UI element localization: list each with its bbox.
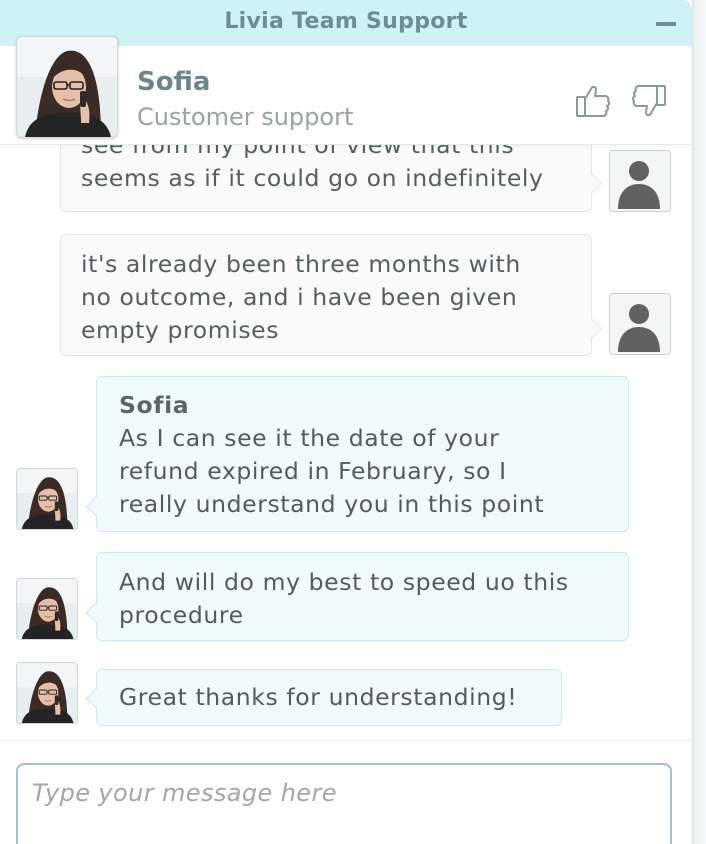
message-input[interactable] — [16, 763, 672, 844]
user-message: see from my point of view that this seem… — [60, 144, 603, 212]
user-silhouette-icon — [618, 161, 660, 209]
thumbs-down-icon — [631, 85, 666, 117]
chat-widget: Livia Team Support see from my point of … — [0, 0, 692, 844]
user-avatar — [609, 150, 671, 212]
agent-avatar — [16, 468, 78, 530]
bubble-tail — [85, 601, 108, 624]
user-message: it's already been three months with no o… — [60, 234, 603, 356]
agent-message-text: Great thanks for understanding! — [119, 683, 518, 711]
agent-photo-image — [17, 37, 117, 137]
user-silhouette-icon — [618, 304, 660, 352]
agent-photo-thumb — [17, 663, 77, 723]
agent-name: Sofia — [137, 67, 211, 97]
composer — [0, 740, 692, 844]
user-avatar — [609, 293, 671, 355]
bubble-tail — [85, 687, 108, 710]
agent-message-text: And will do my best to speed uo this pro… — [119, 568, 569, 629]
agent-message-text: As I can see it the date of your refund … — [119, 424, 545, 518]
window-edge — [692, 0, 706, 844]
agent-message: And will do my best to speed uo this pro… — [85, 552, 629, 641]
agent-photo-thumb — [17, 579, 77, 639]
bubble-tail — [580, 172, 603, 195]
agent-avatar — [16, 662, 78, 724]
agent-profile-photo — [16, 36, 118, 138]
bubble-tail — [580, 317, 603, 340]
message-list[interactable]: see from my point of view that this seem… — [0, 144, 692, 740]
user-message-text: it's already been three months with no o… — [81, 250, 521, 344]
window-title: Livia Team Support — [224, 9, 468, 34]
thumbs-up-button[interactable] — [574, 82, 614, 120]
thumbs-up-icon — [576, 85, 611, 117]
agent-avatar — [16, 578, 78, 640]
agent-photo-thumb — [17, 469, 77, 529]
agent-message: Great thanks for understanding! — [85, 669, 562, 726]
user-message-text: see from my point of view that this seem… — [81, 144, 544, 192]
agent-message: Sofia As I can see it the date of your r… — [85, 376, 629, 532]
agent-header: Sofia Customer support — [0, 36, 692, 145]
bubble-tail — [85, 495, 108, 518]
message-sender: Sofia — [119, 391, 190, 419]
minimize-icon[interactable] — [656, 22, 676, 26]
agent-role: Customer support — [137, 103, 354, 131]
thumbs-down-button[interactable] — [628, 82, 668, 120]
